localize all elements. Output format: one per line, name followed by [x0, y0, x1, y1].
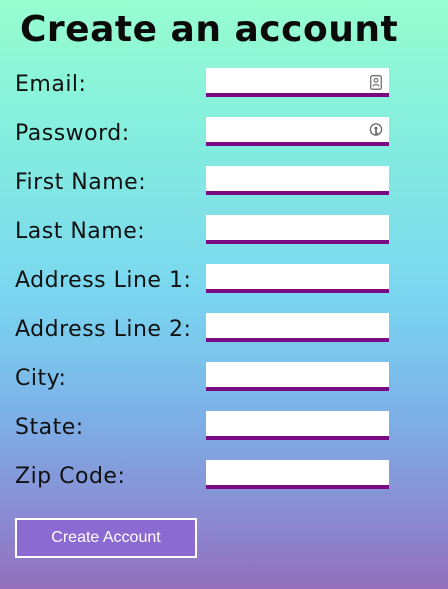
address-line-2-row: Address Line 2: [0, 313, 448, 349]
city-row: City: [0, 362, 448, 398]
email-label: Email: [15, 72, 87, 97]
zip-code-label: Zip Code: [15, 464, 126, 489]
email-field[interactable] [206, 68, 389, 97]
contact-card-icon[interactable] [369, 74, 383, 90]
first-name-label: First Name: [15, 170, 147, 195]
last-name-row: Last Name: [0, 215, 448, 251]
password-field[interactable] [206, 117, 389, 146]
state-label: State: [15, 415, 84, 440]
zip-code-row: Zip Code: [0, 460, 448, 496]
create-account-button[interactable]: Create Account [15, 518, 197, 558]
first-name-field[interactable] [206, 166, 389, 195]
password-label: Password: [15, 121, 130, 146]
password-row: Password: [0, 117, 448, 153]
city-label: City: [15, 366, 67, 391]
state-field[interactable] [206, 411, 389, 440]
address-line-1-row: Address Line 1: [0, 264, 448, 300]
first-name-row: First Name: [0, 166, 448, 202]
address-line-2-label: Address Line 2: [15, 317, 192, 342]
page-title: Create an account [20, 9, 399, 50]
city-field[interactable] [206, 362, 389, 391]
state-row: State: [0, 411, 448, 447]
address-line-2-field[interactable] [206, 313, 389, 342]
last-name-label: Last Name: [15, 219, 146, 244]
password-key-icon[interactable] [369, 123, 383, 139]
address-line-1-field[interactable] [206, 264, 389, 293]
email-row: Email: [0, 68, 448, 104]
address-line-1-label: Address Line 1: [15, 268, 192, 293]
last-name-field[interactable] [206, 215, 389, 244]
zip-code-field[interactable] [206, 460, 389, 489]
